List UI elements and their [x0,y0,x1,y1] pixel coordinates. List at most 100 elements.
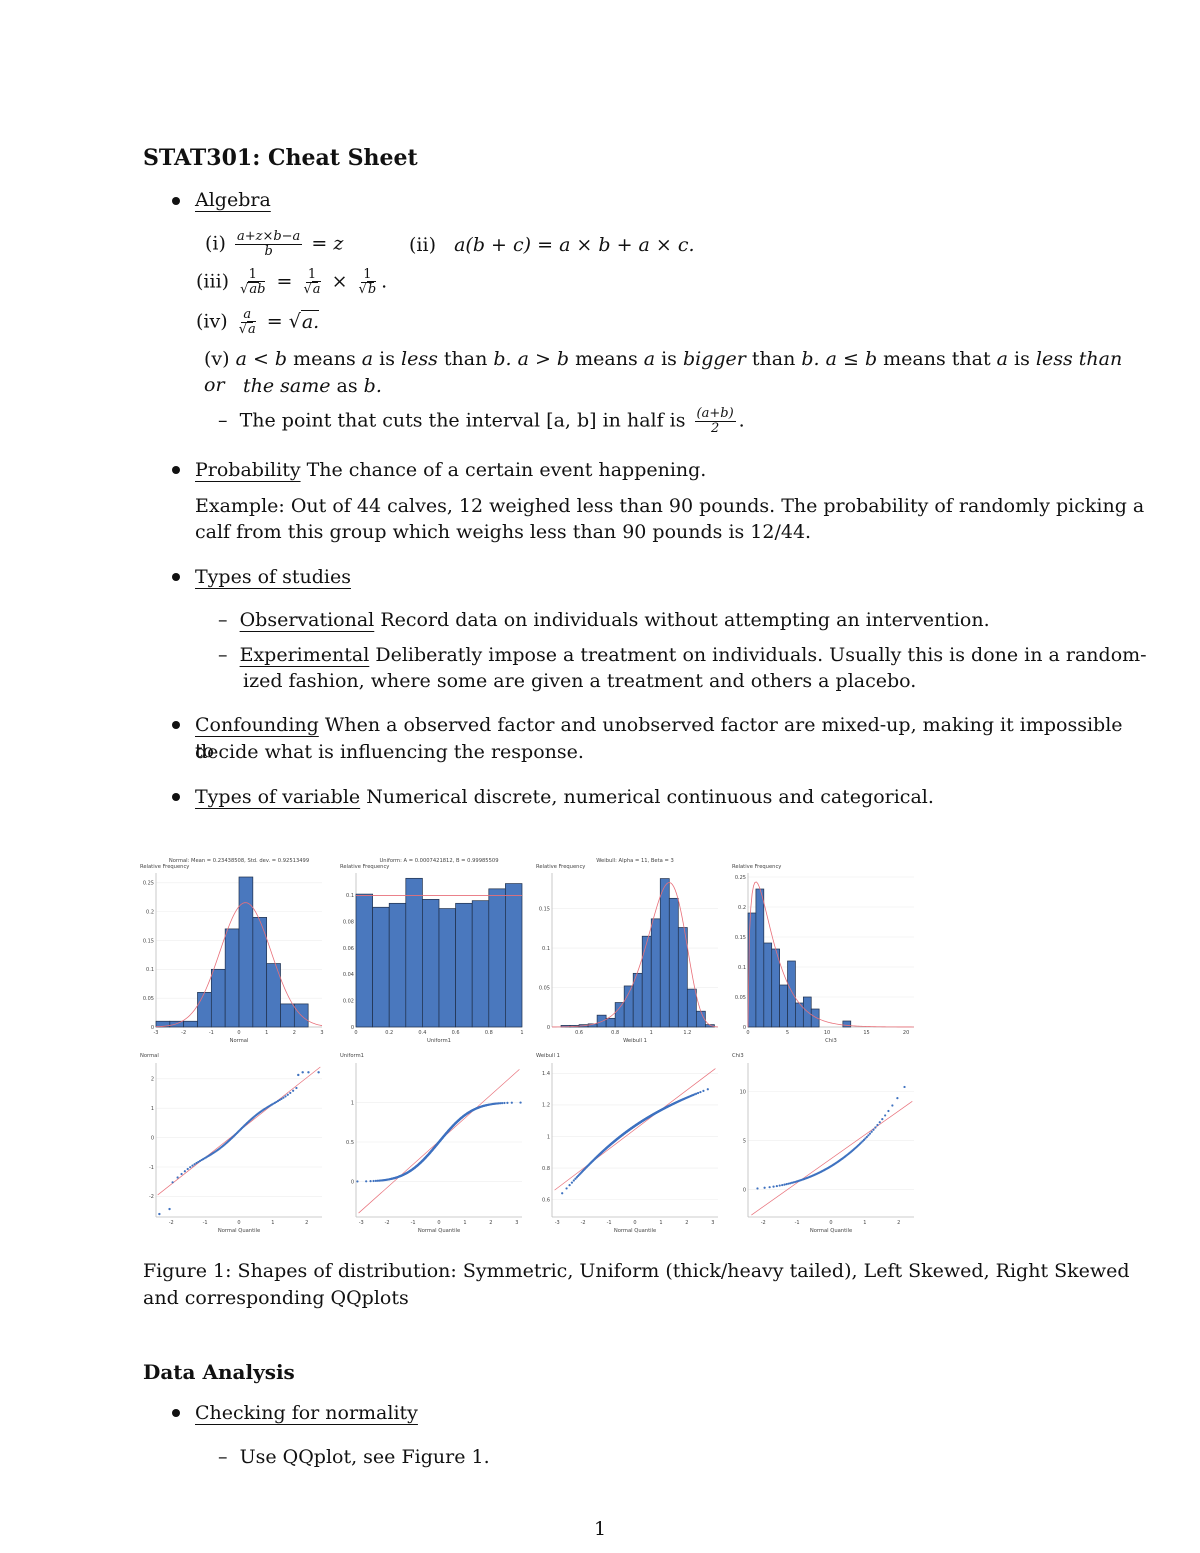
qq-point [193,1163,196,1166]
histogram-bar [810,1008,820,1028]
document-page: STAT301: Cheat Sheet Algebra (i) a+z×b−a… [0,0,1200,1553]
x-axis-label: Normal Quantile [418,1228,460,1234]
qq-point [878,1121,881,1124]
qq-point [286,1093,289,1096]
x-tick-label: 3 [320,1030,323,1036]
qq-point [369,1180,372,1183]
section-title-data-analysis: Data Analysis [143,1360,295,1384]
x-tick-label: 2 [897,1220,900,1226]
x-tick-label: 1 [271,1220,274,1226]
formula-label: (iv) [196,310,228,333]
histogram-bar [355,893,373,1028]
qqplot-uniform: Uniform1 0 0.5 1 -3 -2 -1 0 1 2 3 Normal Quantile [338,1045,528,1237]
y-tick-label: 1 [351,1100,354,1106]
histogram-bar [197,992,212,1028]
qq-point [891,1104,894,1107]
qq-point [301,1071,304,1074]
histogram-bar [623,985,634,1028]
expression: a ≤ b [819,348,878,370]
radicand: b [366,281,377,297]
y-tick-label: 0.8 [542,1166,550,1172]
histogram-bar [686,988,697,1028]
qq-point [374,1179,378,1182]
qq-point [282,1096,285,1099]
x-tick-label: -2 [385,1220,390,1226]
qq-point [186,1167,189,1171]
x-tick-label: 1 [863,1220,866,1226]
qq-point [280,1097,283,1101]
formula-label: (i) [205,232,226,255]
x-tick-label: 1 [650,1030,653,1036]
qq-point [865,1135,868,1139]
x-tick-label: 1 [520,1030,523,1036]
x-tick-label: 20 [903,1030,909,1036]
qq-point [183,1170,186,1173]
y-tick-label: 10 [740,1089,746,1095]
x-axis-label: Chi3 [825,1038,837,1044]
y-axis-label: Normal [140,1053,159,1059]
denominator: √a [238,321,256,337]
x-axis-label: Normal Quantile [614,1228,656,1234]
x-tick-label: -1 [795,1220,800,1226]
bullet [172,1409,180,1417]
qq-point [570,1181,574,1184]
qq-point [171,1181,174,1184]
y-tick-label: 0.1 [542,946,550,952]
formula-label: (iii) [196,270,230,293]
fraction: (a+b) 2 [694,407,736,436]
chart-title: Weibull: Alpha = 11, Beta = 3 [596,858,674,864]
emphasis: bigger [682,348,746,370]
dash: – [218,609,240,631]
y-tick-label: 0.25 [143,881,154,887]
x-tick-label: -3 [555,1220,560,1226]
histogram-bar [668,897,679,1028]
qq-point [868,1132,872,1135]
expression: a [996,348,1008,370]
qq-point [158,1212,161,1216]
radicand: ab [248,281,266,297]
qqplot-chi3: Chi3 0 5 10 -2 -1 0 1 2 Normal Quantile [730,1045,920,1237]
histogram-chi3: Relative Frequency 0 0.05 0.1 0.15 0.2 0.25 0 5 1… [730,855,920,1047]
y-tick-label: 0.5 [346,1140,354,1146]
y-tick-label: 1.2 [542,1103,550,1109]
x-tick-label: 3 [515,1220,518,1226]
x-tick-label: 0.2 [385,1030,393,1036]
y-tick-label: 0 [743,1187,746,1193]
qq-point [763,1186,766,1189]
histogram-bar [779,984,788,1028]
qq-point [519,1101,522,1104]
y-tick-label: -2 [149,1194,154,1200]
y-axis-label: Relative Frequency [732,864,781,870]
y-tick-label: 0.02 [343,998,354,1004]
y-tick-label: 0.1 [346,893,354,899]
histogram-normal: Normal: Mean = 0.23438508, Std. dev. = 0… [138,855,328,1047]
histogram-bar [505,883,523,1028]
qq-point [289,1091,292,1095]
emphasis: less [401,348,438,370]
formula-expression: a(b + c) = a × b + a × c. [454,234,695,256]
x-tick-label: 0 [829,1220,832,1226]
y-axis-label: Uniform1 [340,1053,364,1059]
numerator: a+z×b−a [234,229,303,245]
y-tick-label: 0.2 [738,905,746,911]
experimental-text: Deliberatly impose a treatment on indivi… [375,644,1147,666]
histogram-bar [280,1003,295,1028]
page-title: STAT301: Cheat Sheet [143,145,418,171]
histogram-bar [438,908,456,1028]
x-axis-label: Normal Quantile [218,1228,260,1234]
text: is [1007,348,1036,370]
chart-title: Normal: Mean = 0.23438508, Std. dev. = 0… [169,858,309,864]
qq-point [903,1085,906,1089]
text: means that [877,348,997,370]
qq-point [872,1128,875,1131]
x-tick-label: -2 [181,1030,186,1036]
qq-point [176,1176,179,1179]
qq-point [699,1090,702,1094]
y-axis-label: Relative Frequency [140,864,189,870]
x-tick-label: 2 [305,1220,308,1226]
x-axis-label: Weibull 1 [623,1038,647,1044]
y-axis-label: Relative Frequency [340,864,389,870]
qq-point [695,1092,698,1095]
qq-point [896,1097,899,1100]
qq-point [775,1184,778,1188]
